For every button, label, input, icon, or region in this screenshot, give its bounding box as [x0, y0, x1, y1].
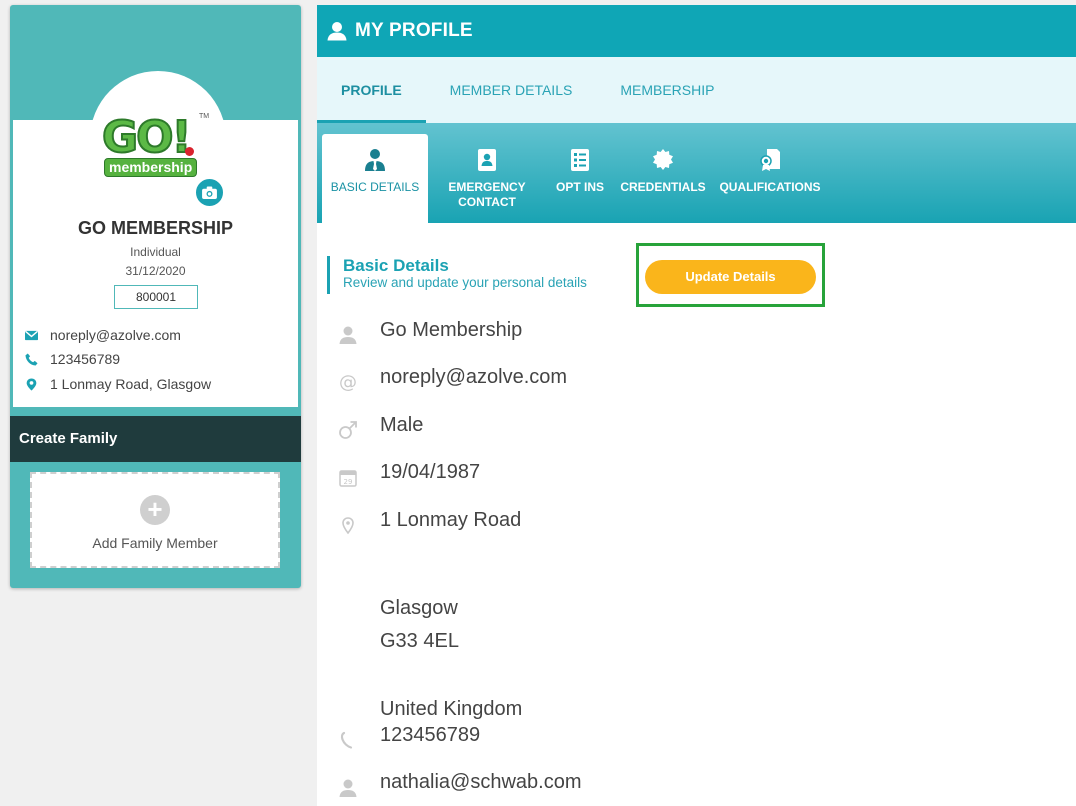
member-id: 800001	[114, 285, 198, 309]
svg-text:29: 29	[344, 478, 353, 486]
subtab-label: CREDENTIALS	[620, 180, 706, 194]
subtab-basic-details[interactable]: BASIC DETAILS	[322, 134, 428, 223]
subtab-label: QUALIFICATIONS	[719, 180, 821, 194]
contact-phone-row: 123456789	[24, 351, 120, 367]
badge-icon	[653, 149, 673, 170]
envelope-icon	[24, 330, 38, 340]
certificate-icon	[760, 149, 780, 171]
tab-profile[interactable]: PROFILE	[317, 57, 426, 123]
subtab-label: OPT INS	[555, 180, 604, 194]
contact-address-row: 1 Lonmay Road, Glasgow	[24, 376, 211, 392]
phone-icon	[340, 731, 353, 749]
main-panel: MY PROFILE PROFILE MEMBER DETAILS MEMBER…	[317, 5, 1076, 806]
subtab-label: BASIC DETAILS	[330, 180, 420, 194]
detail-name: Go Membership	[380, 319, 523, 341]
update-details-highlight: Update Details	[636, 243, 825, 307]
map-marker-icon	[342, 517, 354, 535]
add-family-member-label: Add Family Member	[92, 535, 218, 551]
detail-country: United Kingdom	[380, 698, 523, 720]
logo-dot	[185, 147, 194, 156]
logo-go-text: GO!	[101, 112, 193, 163]
detail-city: Glasgow	[380, 597, 458, 619]
contact-email[interactable]: noreply@azolve.com	[50, 327, 181, 343]
at-sign-icon: @	[339, 372, 357, 392]
svg-text:@: @	[339, 372, 357, 392]
male-symbol-icon	[339, 421, 357, 439]
detail-gender: Male	[380, 414, 424, 436]
sub-tabs: BASIC DETAILS EMERGENCY CONTACT OPT INS …	[317, 123, 1076, 223]
contact-phone: 123456789	[50, 351, 121, 367]
subtab-credentials[interactable]: CREDENTIALS	[617, 134, 709, 223]
logo-trademark: TM	[199, 113, 210, 120]
section-subtitle: Review and update your personal details	[343, 275, 587, 290]
calendar-icon: 29	[339, 470, 357, 487]
camera-icon	[202, 186, 217, 199]
user-icon	[327, 22, 347, 41]
create-family-button[interactable]: Create Family	[10, 416, 301, 462]
main-tabs: PROFILE MEMBER DETAILS MEMBERSHIP	[317, 57, 1076, 123]
page-header: MY PROFILE	[317, 5, 1076, 57]
contact-card-icon	[478, 149, 496, 171]
change-photo-button[interactable]	[193, 176, 226, 209]
detail-dob: 19/04/1987	[380, 461, 481, 483]
tab-member-details[interactable]: MEMBER DETAILS	[426, 57, 597, 123]
person-icon	[339, 779, 357, 797]
user-tie-icon	[365, 149, 385, 171]
detail-secondary-email: nathalia@schwab.com	[380, 771, 582, 793]
section-heading: Basic Details Review and update your per…	[327, 256, 587, 294]
plus-icon: +	[140, 495, 170, 525]
detail-email: noreply@azolve.com	[380, 366, 568, 388]
page-title: MY PROFILE	[355, 20, 473, 41]
person-icon	[339, 326, 357, 344]
profile-date: 31/12/2020	[125, 264, 186, 278]
subtab-label: EMERGENCY CONTACT	[448, 180, 526, 209]
add-family-member-button[interactable]: + Add Family Member	[30, 472, 280, 568]
tab-membership[interactable]: MEMBERSHIP	[596, 57, 738, 123]
detail-postcode: G33 4EL	[380, 630, 459, 652]
logo-subtext: membership	[104, 158, 198, 177]
subtab-emergency-contact[interactable]: EMERGENCY CONTACT	[437, 134, 537, 223]
go-membership-logo: GO! TM membership	[101, 110, 214, 185]
checklist-icon	[571, 149, 589, 171]
contact-address: 1 Lonmay Road, Glasgow	[50, 376, 212, 392]
contact-email-row: noreply@azolve.com	[24, 327, 181, 343]
subtab-opt-ins[interactable]: OPT INS	[549, 134, 611, 223]
map-marker-icon	[26, 377, 36, 391]
profile-name: GO MEMBERSHIP	[77, 218, 233, 238]
profile-type: Individual	[130, 245, 181, 259]
detail-phone: 123456789	[380, 724, 481, 746]
subtab-qualifications[interactable]: QUALIFICATIONS	[717, 134, 823, 223]
detail-address-line1: 1 Lonmay Road	[380, 509, 522, 531]
update-details-button[interactable]: Update Details	[645, 260, 816, 294]
section-title: Basic Details	[343, 256, 449, 275]
phone-icon	[24, 352, 38, 366]
